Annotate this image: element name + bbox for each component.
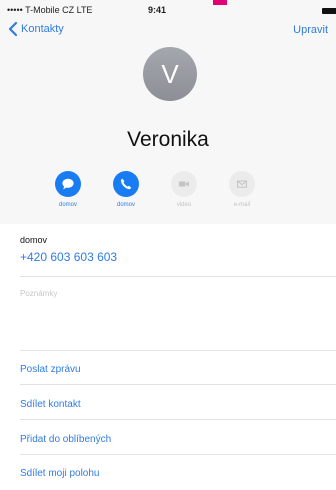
notes-field[interactable]: Poznámky [20, 289, 57, 298]
video-icon [179, 181, 189, 187]
message-action-label: domov [58, 202, 77, 208]
share-contact-link[interactable]: Sdílet kontakt [20, 399, 336, 410]
divider [20, 419, 336, 420]
mail-icon [237, 180, 247, 188]
divider [20, 384, 336, 385]
mail-action-label: e-mail [233, 202, 251, 208]
divider [20, 276, 336, 277]
add-to-favorites-link[interactable]: Přidat do oblíbených [20, 434, 336, 445]
phone-icon [120, 178, 132, 190]
avatar-initial: V [161, 58, 179, 89]
call-action[interactable]: domov [106, 164, 146, 208]
back-button[interactable]: Kontakty [6, 20, 64, 38]
send-message-link[interactable]: Poslat zprávu [20, 364, 336, 375]
call-button[interactable] [113, 171, 139, 197]
video-action[interactable]: video [164, 164, 204, 208]
contact-detail-screen: ••••• T-Mobile CZ LTE 9:41 Kontakty Upra… [0, 0, 336, 490]
mail-button[interactable] [229, 171, 255, 197]
video-action-label: video [176, 202, 192, 208]
status-time: 9:41 [148, 5, 167, 15]
edit-button[interactable]: Upravit [293, 24, 328, 36]
share-location-link[interactable]: Sdílet moji polohu [20, 468, 336, 479]
quick-actions: domov domov video e-mail [0, 164, 336, 214]
chevron-left-icon [8, 21, 18, 37]
message-button[interactable] [55, 171, 81, 197]
call-action-label: domov [116, 202, 135, 208]
divider [20, 350, 336, 351]
avatar: V [143, 47, 197, 101]
message-icon [62, 178, 74, 190]
contact-name: Veronika [127, 128, 209, 151]
phone-number[interactable]: +420 603 603 603 [20, 250, 117, 264]
carrier-signal: ••••• T-Mobile CZ LTE [7, 5, 93, 15]
mail-action[interactable]: e-mail [222, 164, 262, 208]
status-bar: ••••• T-Mobile CZ LTE 9:41 [0, 3, 336, 19]
message-action[interactable]: domov [48, 164, 88, 208]
battery-icon [322, 8, 336, 14]
video-button[interactable] [171, 171, 197, 197]
back-label: Kontakty [21, 23, 64, 35]
divider [20, 454, 336, 455]
phone-label: domov [20, 235, 48, 245]
